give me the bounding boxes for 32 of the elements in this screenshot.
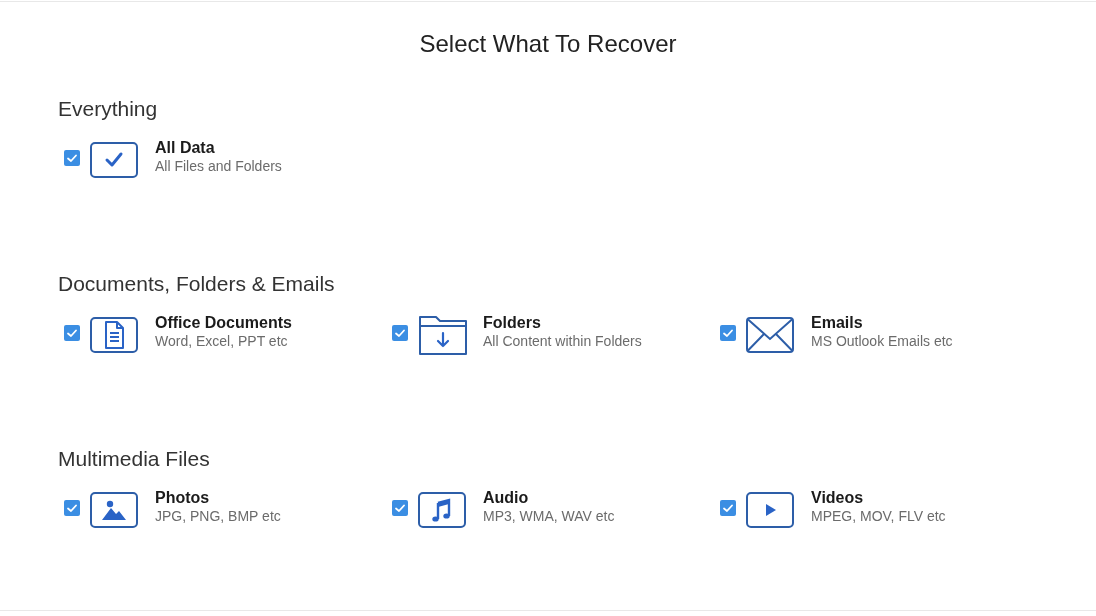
- checkbox[interactable]: [64, 325, 80, 341]
- checkbox[interactable]: [64, 150, 80, 166]
- play-icon: [746, 492, 794, 528]
- music-note-icon: [418, 492, 466, 528]
- checkmark-icon: [90, 142, 138, 178]
- item-description: JPG, PNG, BMP etc: [155, 507, 281, 526]
- item-title: Folders: [483, 313, 541, 332]
- checkbox[interactable]: [720, 500, 736, 516]
- section-heading: Multimedia Files: [58, 446, 210, 472]
- envelope-icon: [746, 317, 794, 353]
- checkbox[interactable]: [64, 500, 80, 516]
- item-description: MPEG, MOV, FLV etc: [811, 507, 946, 526]
- checkbox[interactable]: [392, 500, 408, 516]
- image-icon: [90, 492, 138, 528]
- item-title: All Data: [155, 138, 215, 157]
- checkbox[interactable]: [392, 325, 408, 341]
- item-description: MS Outlook Emails etc: [811, 332, 953, 351]
- folder-arrow-icon: [418, 314, 468, 356]
- section-heading: Everything: [58, 96, 158, 122]
- item-description: MP3, WMA, WAV etc: [483, 507, 615, 526]
- item-description: All Files and Folders: [155, 157, 282, 176]
- item-description: Word, Excel, PPT etc: [155, 332, 288, 351]
- item-title: Photos: [155, 488, 210, 507]
- item-title: Videos: [811, 488, 864, 507]
- section-heading: Documents, Folders & Emails: [58, 271, 335, 297]
- item-title: Emails: [811, 313, 863, 332]
- checkbox[interactable]: [720, 325, 736, 341]
- item-title: Audio: [483, 488, 529, 507]
- item-title: Office Documents: [155, 313, 292, 332]
- item-description: All Content within Folders: [483, 332, 642, 351]
- page-title: Select What To Recover: [419, 29, 677, 59]
- document-icon: [90, 317, 138, 353]
